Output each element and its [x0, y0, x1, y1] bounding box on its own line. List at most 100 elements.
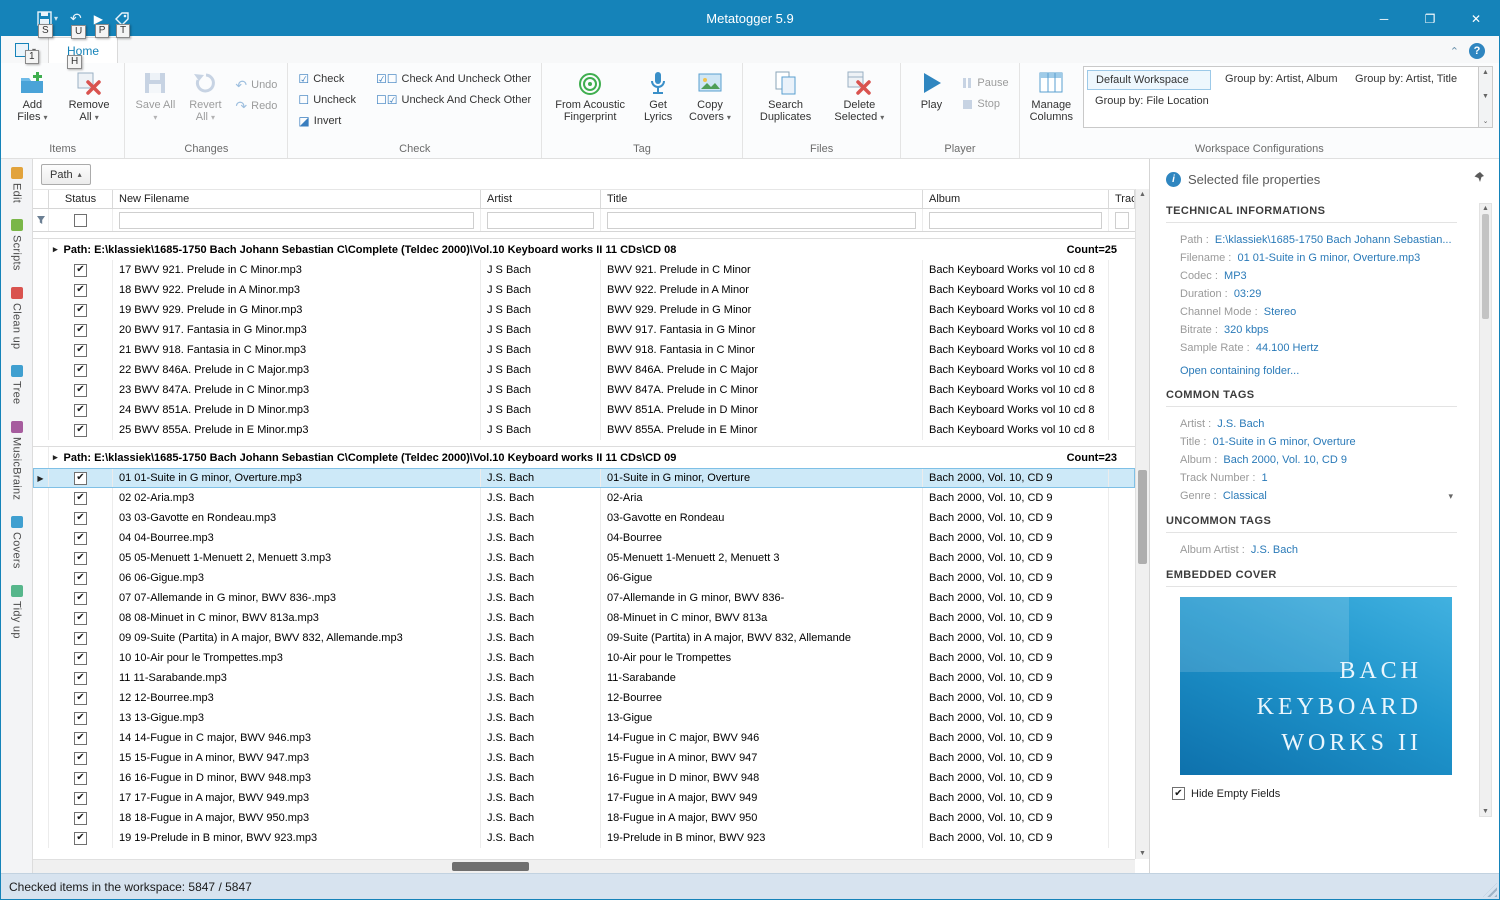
row-checkbox[interactable]: ✔ — [74, 591, 87, 605]
row-checkbox[interactable]: ✔ — [74, 363, 87, 377]
row-checkbox[interactable]: ✔ — [74, 711, 87, 725]
qat-save-button[interactable]: ▾ S — [37, 11, 58, 38]
sidebar-item-clean-up[interactable]: Clean up — [10, 286, 23, 349]
copy-covers-button[interactable]: Copy Covers ▾ — [684, 66, 736, 126]
track-row[interactable]: ▶ ✔ 01 01-Suite in G minor, Overture.mp3 J.… — [33, 468, 1135, 488]
panel-vscroll-thumb[interactable] — [1482, 214, 1489, 319]
row-checkbox[interactable]: ✔ — [74, 283, 87, 297]
row-checkbox[interactable]: ✔ — [74, 751, 87, 765]
track-row[interactable]: ✔ 13 13-Gigue.mp3 J.S. Bach 13-Gigue Bach 20… — [33, 708, 1135, 728]
close-button[interactable]: ✕ — [1453, 1, 1499, 36]
check-and-uncheck-other-button[interactable]: ☑☐ Check And Uncheck Other — [372, 68, 535, 89]
row-checkbox[interactable]: ✔ — [74, 263, 87, 277]
grid-vertical-scrollbar[interactable]: ▲ ▼ — [1135, 189, 1149, 859]
workspace-config-item[interactable]: Default Workspace — [1087, 70, 1212, 90]
minimize-button[interactable]: ─ — [1361, 1, 1407, 36]
row-checkbox[interactable]: ✔ — [74, 791, 87, 805]
filter-title-input[interactable] — [601, 209, 923, 231]
check-button[interactable]: ☑ Check — [294, 68, 360, 89]
scroll-up-icon[interactable]: ▲ — [1136, 191, 1149, 198]
filter-album-input[interactable] — [923, 209, 1109, 231]
track-row[interactable]: ✔ 17 BWV 921. Prelude in C Minor.mp3 J S B… — [33, 260, 1135, 280]
sidebar-item-scripts[interactable]: Scripts — [10, 219, 23, 271]
filter-artist-input[interactable] — [481, 209, 601, 231]
track-row[interactable]: ✔ 18 BWV 922. Prelude in A Minor.mp3 J S B… — [33, 280, 1135, 300]
track-row[interactable]: ✔ 18 18-Fugue in A major, BWV 950.mp3 J.S.… — [33, 808, 1135, 828]
filter-status-cell[interactable] — [49, 209, 113, 231]
hide-empty-fields-control[interactable]: ✔ Hide Empty Fields — [1172, 787, 1457, 800]
row-checkbox[interactable]: ✔ — [74, 471, 87, 485]
search-duplicates-button[interactable]: Search Duplicates — [749, 66, 822, 125]
row-checkbox[interactable]: ✔ — [74, 771, 87, 785]
track-row[interactable]: ✔ 08 08-Minuet in C minor, BWV 813a.mp3 J.… — [33, 608, 1135, 628]
row-checkbox[interactable]: ✔ — [74, 831, 87, 845]
track-row[interactable]: ✔ 14 14-Fugue in C major, BWV 946.mp3 J.S.… — [33, 728, 1135, 748]
filter-track-input[interactable] — [1109, 209, 1135, 231]
row-checkbox[interactable]: ✔ — [74, 551, 87, 565]
track-row[interactable]: ✔ 16 16-Fugue in D minor, BWV 948.mp3 J.S.… — [33, 768, 1135, 788]
track-row[interactable]: ✔ 11 11-Sarabande.mp3 J.S. Bach 11-Saraband… — [33, 668, 1135, 688]
column-header-status[interactable]: Status — [49, 190, 113, 208]
qat-undo-button[interactable]: ↶ U — [70, 10, 87, 39]
scroll-up-icon[interactable]: ▲ — [1482, 69, 1489, 76]
track-row[interactable]: ✔ 20 BWV 917. Fantasia in G Minor.mp3 J S … — [33, 320, 1135, 340]
resize-grip[interactable] — [1483, 883, 1497, 897]
filter-checkbox[interactable] — [74, 213, 87, 227]
revert-all-button[interactable]: Revert All ▾ — [181, 66, 229, 126]
sidebar-item-edit[interactable]: Edit — [10, 167, 23, 203]
row-checkbox[interactable]: ✔ — [74, 323, 87, 337]
gallery-expand-icon[interactable]: ⌄ — [1483, 117, 1489, 125]
track-row[interactable]: ✔ 03 03-Gavotte en Rondeau.mp3 J.S. Bach 03… — [33, 508, 1135, 528]
scroll-down-icon[interactable]: ▼ — [1136, 850, 1149, 857]
column-header-title[interactable]: Title — [601, 190, 923, 208]
add-files-button[interactable]: Add Files ▾ — [7, 66, 58, 126]
track-row[interactable]: ✔ 05 05-Menuett 1-Menuett 2, Menuett 3.mp… — [33, 548, 1135, 568]
track-row[interactable]: ✔ 04 04-Bourree.mp3 J.S. Bach 04-Bourree Bac… — [33, 528, 1135, 548]
open-containing-folder-link[interactable]: Open containing folder... — [1180, 365, 1299, 377]
manage-columns-button[interactable]: Manage Columns — [1026, 66, 1077, 125]
row-checkbox[interactable]: ✔ — [74, 811, 87, 825]
track-row[interactable]: ✔ 25 BWV 855A. Prelude in E Minor.mp3 J S … — [33, 420, 1135, 440]
track-row[interactable]: ✔ 19 BWV 929. Prelude in G Minor.mp3 J S B… — [33, 300, 1135, 320]
row-checkbox[interactable]: ✔ — [74, 403, 87, 417]
track-row[interactable]: ✔ 02 02-Aria.mp3 J.S. Bach 02-Aria Bach 2000… — [33, 488, 1135, 508]
row-checkbox[interactable]: ✔ — [74, 511, 87, 525]
invert-button[interactable]: ◪ Invert — [294, 110, 360, 131]
pause-button[interactable]: Pause — [957, 72, 1012, 93]
grid-vscroll-thumb[interactable] — [1138, 470, 1147, 565]
track-row[interactable]: ✔ 06 06-Gigue.mp3 J.S. Bach 06-Gigue Bach 20… — [33, 568, 1135, 588]
group-by-path-button[interactable]: Path ▴ — [41, 164, 91, 185]
group-expand-icon[interactable]: ▸ — [53, 452, 58, 463]
workspace-gallery-scroll[interactable]: ▲ ▼ ⌄ — [1479, 66, 1494, 128]
row-checkbox[interactable]: ✔ — [74, 651, 87, 665]
workspace-config-item[interactable]: Group by: Artist, Album — [1217, 70, 1341, 90]
sidebar-item-tidy-up[interactable]: Tidy up — [10, 584, 23, 638]
panel-vertical-scrollbar[interactable]: ▲ ▼ — [1479, 203, 1492, 817]
track-row[interactable]: ✔ 22 BWV 846A. Prelude in C Major.mp3 J S … — [33, 360, 1135, 380]
play-button[interactable]: Play — [907, 66, 955, 113]
row-checkbox[interactable]: ✔ — [74, 571, 87, 585]
from-acoustic-fingerprint-button[interactable]: From Acoustic Fingerprint — [548, 66, 632, 125]
column-header-artist[interactable]: Artist — [481, 190, 601, 208]
pin-icon[interactable] — [1473, 170, 1485, 188]
row-checkbox[interactable]: ✔ — [74, 631, 87, 645]
maximize-button[interactable]: ❐ — [1407, 1, 1453, 36]
scroll-up-icon[interactable]: ▲ — [1480, 205, 1491, 212]
row-checkbox[interactable]: ✔ — [74, 343, 87, 357]
row-checkbox[interactable]: ✔ — [74, 611, 87, 625]
tab-home[interactable]: Home H — [48, 37, 119, 69]
hide-empty-fields-checkbox[interactable]: ✔ — [1172, 787, 1185, 800]
grid-hscroll-thumb[interactable] — [451, 862, 529, 871]
track-row[interactable]: ✔ 07 07-Allemande in G minor, BWV 836-.mp… — [33, 588, 1135, 608]
column-header-track[interactable]: Track — [1109, 190, 1135, 208]
group-row[interactable]: ▸ Path: E:\klassiek\1685-1750 Bach Johann… — [33, 446, 1135, 468]
delete-selected-button[interactable]: Delete Selected ▾ — [824, 66, 894, 126]
row-checkbox[interactable]: ✔ — [74, 423, 87, 437]
row-checkbox[interactable]: ✔ — [74, 731, 87, 745]
collapse-ribbon-icon[interactable]: ⌃ — [1450, 45, 1459, 58]
remove-all-button[interactable]: Remove All ▾ — [60, 66, 119, 126]
help-icon[interactable]: ? — [1469, 43, 1485, 59]
track-row[interactable]: ✔ 19 19-Prelude in B minor, BWV 923.mp3 J.… — [33, 828, 1135, 848]
app-menu-button[interactable]: ▾ 1 — [11, 39, 40, 64]
undo-button[interactable]: ↶ Undo — [231, 74, 281, 95]
